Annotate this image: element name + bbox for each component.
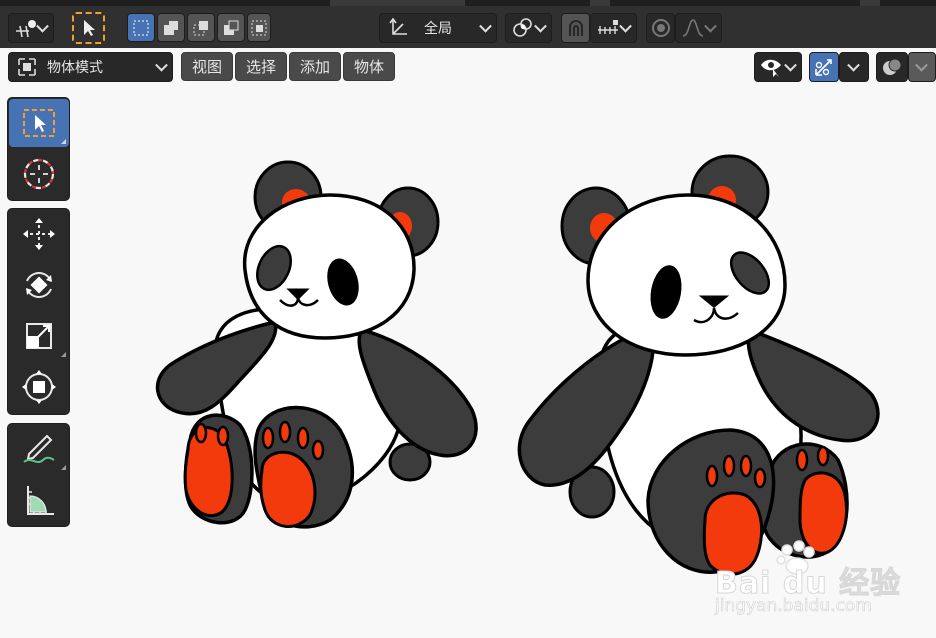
menu-object[interactable]: 物体: [343, 52, 395, 81]
select-cursor-icon: [83, 20, 95, 36]
panda-right-toe: [705, 464, 719, 488]
falloff-curve-icon: [682, 19, 703, 37]
pivot-point-icon: [512, 18, 532, 37]
menu-add-label: 添加: [299, 58, 330, 76]
chevron-down-icon: [619, 19, 632, 33]
overlay-dropdown[interactable]: [908, 52, 936, 82]
panda-right-toe: [722, 454, 736, 478]
snap-target-dropdown[interactable]: [590, 13, 637, 43]
menu-view[interactable]: 视图: [181, 52, 233, 81]
mode-dropdown[interactable]: 物体模式: [8, 52, 173, 82]
select-extend-icon: [164, 20, 178, 35]
strip-tab: [330, 0, 465, 6]
gizmo-icon: [815, 59, 832, 76]
menu-view-label: 视图: [191, 58, 222, 76]
strip-tab: [860, 0, 880, 6]
chevron-down-icon: [704, 19, 717, 33]
panda-right-toe: [795, 448, 809, 472]
select-box-mode-icon: [133, 20, 149, 35]
panda-left-foot-right: [259, 450, 317, 528]
watermark-url: jingyan.baidu.com: [715, 596, 872, 617]
chevron-down-icon: [479, 19, 492, 33]
chevron-down-icon: [155, 58, 168, 72]
overlay-toggle-button[interactable]: [876, 52, 908, 82]
select-mode-subtract-button[interactable]: [187, 13, 215, 42]
panda-left-toe: [311, 439, 325, 461]
proportional-falloff-dropdown[interactable]: [675, 13, 722, 43]
mode-label: 物体模式: [47, 60, 103, 76]
select-invert-icon: [224, 20, 239, 35]
orientation-label: 全局: [424, 21, 452, 37]
panda-left-toe: [278, 420, 292, 444]
overlay-icon: [883, 58, 902, 75]
visibility-dropdown[interactable]: [754, 52, 802, 82]
panda-right-toe: [816, 445, 830, 467]
panda-left-toe: [216, 425, 230, 447]
eye-icon: [761, 59, 781, 77]
proportional-edit-button[interactable]: [646, 13, 675, 43]
menu-add[interactable]: 添加: [289, 52, 341, 81]
gizmo-dropdown[interactable]: [839, 52, 869, 82]
transform-pivot-icon: [16, 20, 36, 38]
panda-right-toe: [739, 454, 753, 478]
gizmo-toggle-button[interactable]: [809, 52, 839, 82]
select-intersect-icon: [251, 20, 267, 35]
panda-right-toe: [753, 467, 767, 489]
snap-icon: [568, 20, 583, 36]
menu-select[interactable]: 选择: [235, 52, 287, 81]
baidu-watermark: Bai du 经验 jingyan.baidu.com: [714, 540, 901, 618]
select-mode-invert-button[interactable]: [217, 13, 245, 42]
transform-pivot-dropdown[interactable]: [8, 13, 54, 43]
select-mode-intersect-button[interactable]: [247, 13, 271, 42]
top-toolbar: 全局: [0, 0, 936, 48]
menu-select-label: 选择: [245, 58, 276, 76]
chevron-down-icon: [915, 58, 928, 72]
snap-toggle-button[interactable]: [561, 13, 590, 43]
snap-increment-icon: [597, 20, 618, 34]
strip-tab: [590, 0, 610, 6]
panda-right[interactable]: [517, 154, 880, 576]
chevron-down-icon: [534, 19, 547, 33]
panda-left-toe: [194, 422, 208, 444]
panda-left-toe: [296, 426, 310, 450]
proportional-edit-icon: [651, 19, 670, 37]
object-mode-icon: [18, 58, 36, 76]
select-mode-new-button[interactable]: [127, 13, 155, 42]
select-mode-extend-button[interactable]: [157, 13, 185, 42]
select-subtract-icon: [193, 20, 208, 35]
orientation-dropdown[interactable]: 全局: [379, 13, 497, 43]
viewport-header: 物体模式 视图 选择 添加 物体: [0, 48, 936, 86]
menu-object-label: 物体: [353, 58, 384, 76]
orientation-icon: [389, 17, 407, 35]
select-tool-button[interactable]: [72, 12, 105, 44]
panda-left-toe: [261, 426, 275, 450]
top-strip: [0, 0, 936, 6]
panda-left[interactable]: [155, 160, 478, 529]
pivot-point-dropdown[interactable]: [505, 13, 552, 43]
chevron-down-icon: [847, 58, 860, 72]
chevron-down-icon: [784, 58, 797, 72]
